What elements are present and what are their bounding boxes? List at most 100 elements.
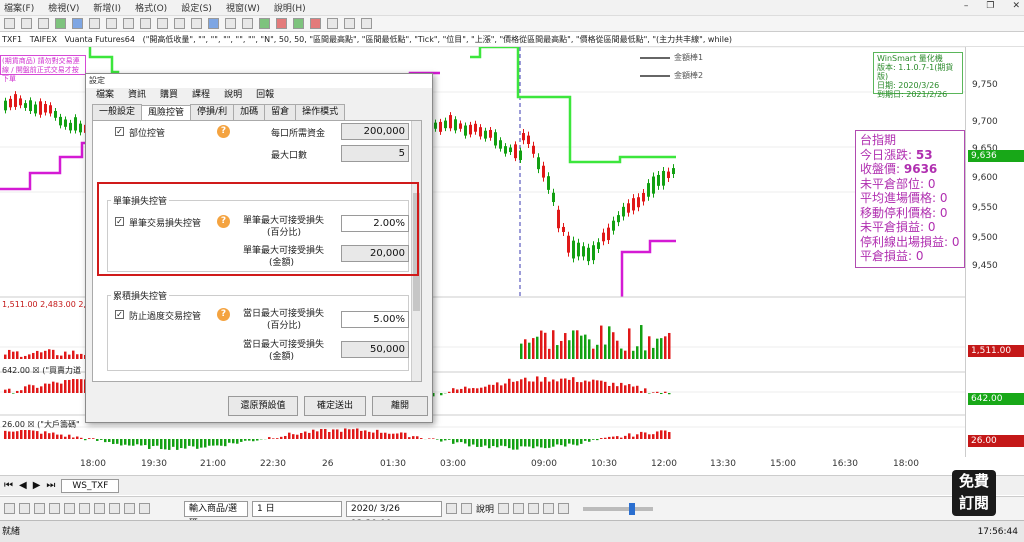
candle-body [54,110,57,118]
cum-amt-sub: (金額) [269,352,295,362]
reset-defaults-button[interactable]: 還原預設值 [228,396,298,416]
menu-item-settings[interactable]: 設定(S) [181,1,212,14]
ray-icon[interactable] [34,503,45,514]
candle-body [24,103,27,108]
step-icon[interactable] [461,503,472,514]
candle-body [14,94,17,107]
volume-bar [648,336,651,359]
zoom-slider-thumb[interactable] [629,502,636,515]
minimize-icon[interactable]: – [964,1,969,11]
line-icon[interactable] [174,18,185,29]
dialog-menu-course[interactable]: 課程 [192,88,210,102]
grid-icon[interactable] [157,18,168,29]
nav-icon[interactable] [528,503,540,514]
indicator-icon[interactable] [55,18,66,29]
buy-arrow-icon[interactable] [259,18,270,29]
indicator2-bar [224,439,227,447]
ellipse-icon[interactable] [79,503,90,514]
nav-icon[interactable] [513,503,525,514]
text-icon[interactable] [191,18,202,29]
indicator2-bar [148,439,151,449]
rect-icon[interactable] [64,503,75,514]
indicator2-bar [572,439,575,445]
close-icon[interactable]: ✕ [1012,1,1020,11]
menu-item-window[interactable]: 視窗(W) [226,1,260,14]
product-input[interactable]: 輸入商品/選碼 [184,500,248,529]
info-label: 今日漲跌: [860,147,913,162]
short-icon[interactable] [310,18,321,29]
channel-icon[interactable] [124,503,135,514]
magnet-icon[interactable] [139,503,150,514]
tab-operation-mode[interactable]: 操作模式 [295,104,346,120]
tool-icon[interactable] [344,18,355,29]
dialog-menu-report[interactable]: 回報 [256,88,274,102]
menu-item-view[interactable]: 檢視(V) [48,1,79,14]
cum-pct-input[interactable]: 5.00% [341,311,409,328]
indicator2-bar [96,439,99,441]
prev-sheet-icon[interactable]: ◀ [19,480,27,491]
zoom-slider[interactable] [583,502,654,515]
price-axis[interactable]: 9,750 9,700 9,650 9,600 9,550 9,500 9,45… [965,47,1024,457]
tab-stop[interactable]: 停損/利 [190,104,235,120]
tool-icon[interactable] [361,18,372,29]
indicator2-bar [4,430,7,439]
sell-arrow-icon[interactable] [276,18,287,29]
info-value: 0 [951,234,960,249]
dialog-menu-help[interactable]: 說明 [224,88,242,102]
long-icon[interactable] [293,18,304,29]
volume-bar [592,348,595,359]
tab-add-position[interactable]: 加碼 [233,104,266,120]
menu-item-help[interactable]: 說明(H) [274,1,306,14]
select-icon[interactable] [208,18,219,29]
zoom-in-icon[interactable] [106,18,117,29]
play-icon[interactable] [446,503,457,514]
save-icon[interactable] [38,18,49,29]
tab-overnight[interactable]: 留倉 [264,104,297,120]
pointer-icon[interactable] [4,503,15,514]
volume-bar [568,340,571,359]
text-tool-icon[interactable] [109,503,120,514]
new-chart-icon[interactable] [4,18,15,29]
confirm-button[interactable]: 確定送出 [304,396,366,416]
position-ctrl-checkbox[interactable]: ✓ [115,127,124,136]
tool-icon[interactable] [327,18,338,29]
next-sheet-icon[interactable]: ▶ [33,480,41,491]
sheet-tab[interactable]: WS_TXF [61,478,120,493]
zoom-out-icon[interactable] [123,18,134,29]
cursor-icon[interactable] [89,18,100,29]
arrow-icon[interactable] [94,503,105,514]
subscribe-badge[interactable]: 免費 訂閱 [952,470,996,516]
indicator1-bar [76,379,79,393]
dialog-menu-purchase[interactable]: 購買 [160,88,178,102]
dialog-menu-info[interactable]: 資訊 [128,88,146,102]
trendline-icon[interactable] [19,503,30,514]
first-sheet-icon[interactable]: ⏮ [4,480,13,491]
menu-item-insert[interactable]: 新增(I) [93,1,121,14]
nav-icon[interactable] [498,503,510,514]
note-link[interactable]: 說明 [476,502,494,515]
indicator2-bar [548,439,551,448]
menu-item-file[interactable]: 檔案(F) [4,1,34,14]
bar-chart-icon[interactable] [225,18,236,29]
tab-general[interactable]: 一般設定 [92,104,143,120]
help-icon[interactable]: ? [217,125,230,138]
crosshair-icon[interactable] [140,18,151,29]
datetime-field[interactable]: 2020/ 3/26 12:30:00 [346,500,442,529]
drawing-icon[interactable] [72,18,83,29]
nav-icon[interactable] [543,503,555,514]
fib-icon[interactable] [49,503,60,514]
tab-risk-control[interactable]: 風險控管 [141,105,192,121]
cum-loss-checkbox[interactable]: ✓ [115,310,124,319]
open-icon[interactable] [21,18,32,29]
nav-icon[interactable] [558,503,570,514]
period-select[interactable]: 1 日 [252,500,342,517]
menu-item-format[interactable]: 格式(O) [135,1,167,14]
help-icon[interactable]: ? [217,308,230,321]
last-sheet-icon[interactable]: ⏭ [46,480,55,491]
volume-bar [584,334,587,359]
close-button[interactable]: 離開 [372,396,428,416]
candle-icon[interactable] [242,18,253,29]
restore-icon[interactable]: ❐ [986,1,994,11]
dialog-menu-file[interactable]: 檔案 [96,88,114,102]
volume-bar [588,339,591,359]
